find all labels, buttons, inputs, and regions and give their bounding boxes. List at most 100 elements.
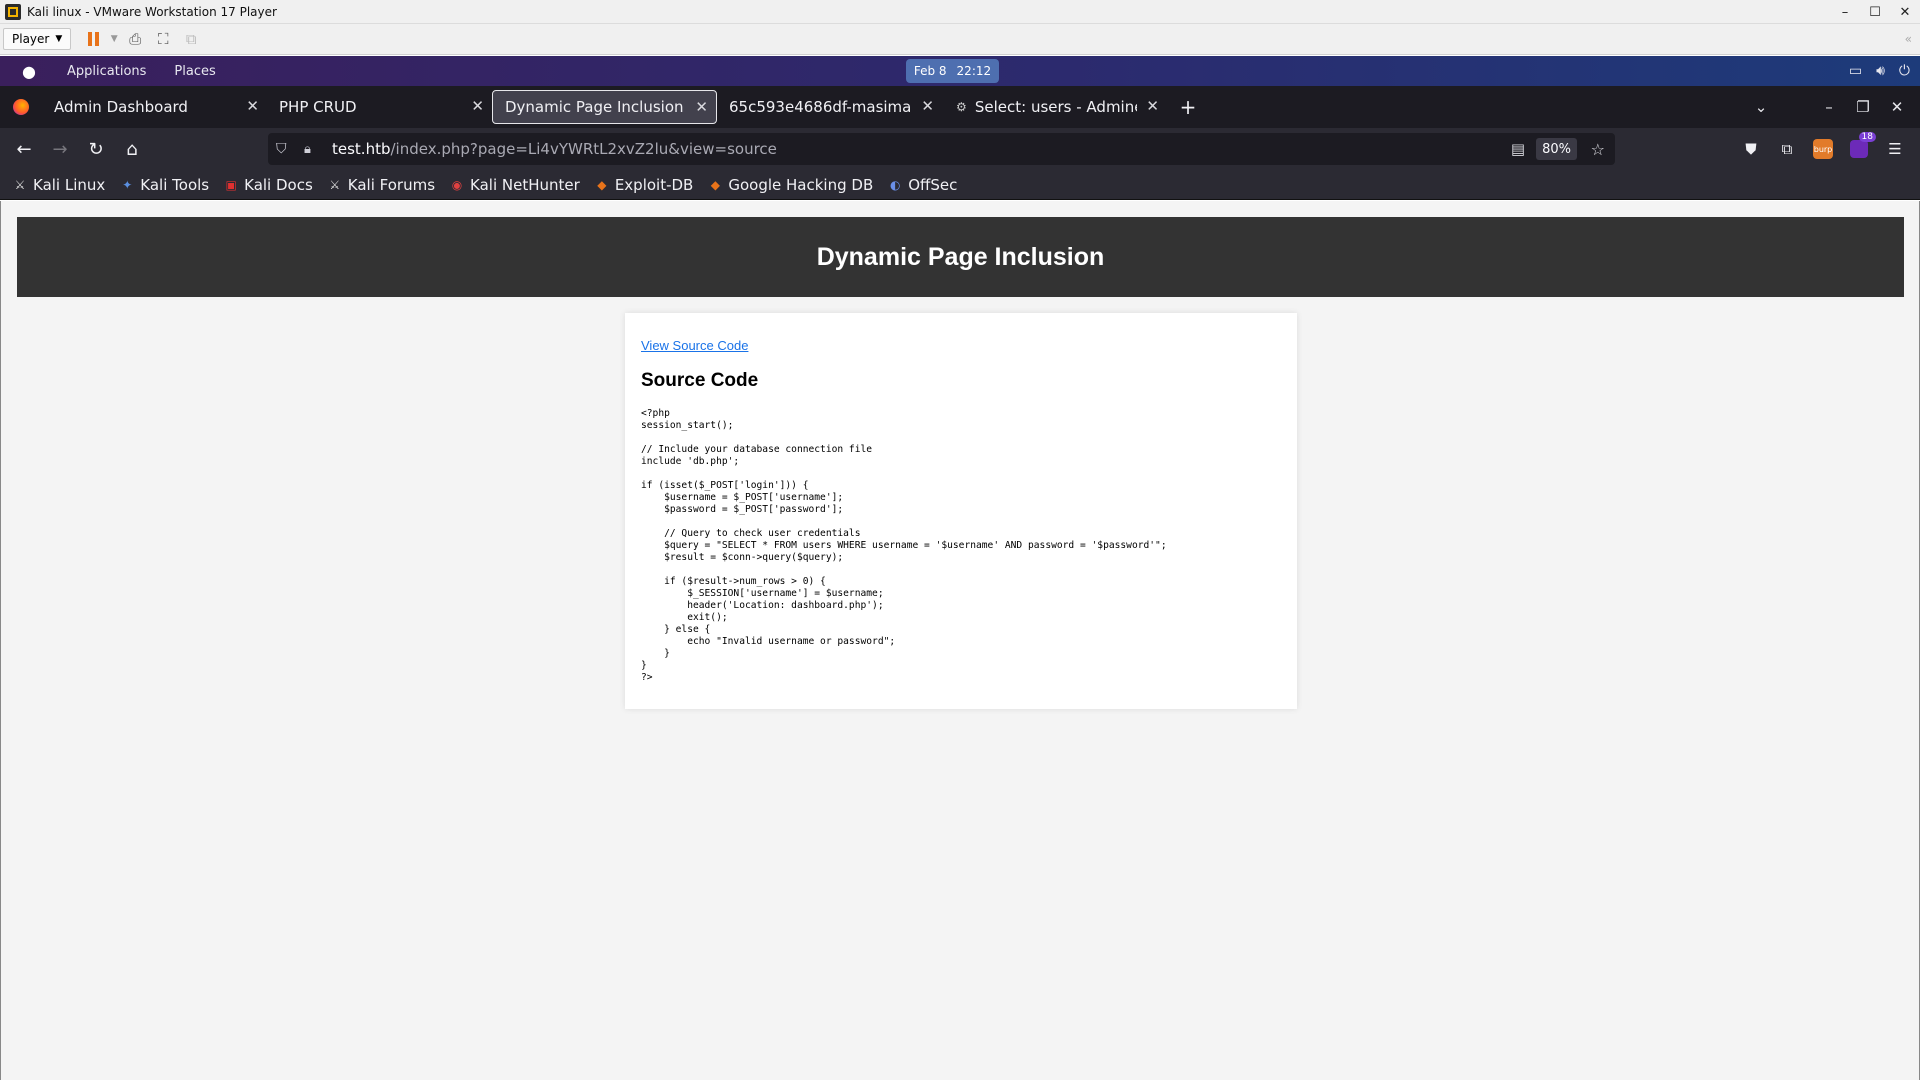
home-icon[interactable]: ⌂	[114, 133, 150, 165]
reload-icon[interactable]: ↻	[78, 133, 114, 165]
source-code-heading: Source Code	[641, 370, 759, 391]
tab-adminer[interactable]: ⚙ Select: users - Adminer ✕	[942, 90, 1167, 124]
tab-label: PHP CRUD	[279, 98, 357, 116]
clock-time: 22:12	[956, 64, 992, 78]
minimize-icon[interactable]: –	[1830, 0, 1860, 24]
view-source-link[interactable]: View Source Code	[641, 338, 748, 353]
exploitdb-icon: ◆	[597, 177, 607, 192]
content-card: View Source Code Source Code <?php sessi…	[625, 313, 1297, 709]
power-icon[interactable]: ⏻	[1899, 63, 1910, 79]
bookmark-label: Exploit-DB	[614, 175, 694, 194]
tab-php-crud[interactable]: PHP CRUD ✕	[267, 90, 492, 124]
bookmark-label: OffSec	[908, 175, 958, 194]
applications-menu[interactable]: Applications	[67, 64, 146, 79]
list-all-tabs-icon[interactable]: ⌄	[1746, 92, 1776, 122]
bookmark-star-icon[interactable]: ☆	[1591, 140, 1605, 159]
tab-image[interactable]: 65c593e4686df-masimage.j ✕	[717, 90, 942, 124]
page-title: Dynamic Page Inclusion	[816, 242, 1105, 271]
pause-button[interactable]	[79, 27, 107, 51]
kali-tools-icon: ✦	[122, 177, 133, 192]
apple-icon[interactable]: ●	[20, 62, 38, 81]
reader-view-icon[interactable]: ▤	[1511, 140, 1525, 158]
volume-icon[interactable]: 🔊︎	[1876, 63, 1885, 79]
page-viewport: Dynamic Page Inclusion View Source Code …	[0, 201, 1920, 1080]
bookmark-kali-docs[interactable]: ▣ Kali Docs	[223, 172, 319, 198]
adminer-icon: ⚙	[956, 100, 967, 114]
back-icon[interactable]: ←	[6, 133, 42, 165]
tab-label: 65c593e4686df-masimage.j	[729, 98, 912, 116]
lock-icon[interactable]: 🔒︎	[304, 142, 322, 157]
player-menu-label: Player	[12, 32, 50, 46]
bookmarks-bar: ⚔ Kali Linux ✦ Kali Tools ▣ Kali Docs ⚔ Kali…	[0, 170, 1920, 200]
ghdb-icon: ◆	[710, 177, 720, 192]
screen-icon[interactable]: ▭	[1849, 63, 1862, 79]
url-host: test.htb	[332, 140, 391, 158]
close-icon[interactable]: ✕	[1882, 92, 1912, 122]
bookmark-offsec[interactable]: ◐ OffSec	[887, 172, 963, 198]
tab-label: Admin Dashboard	[54, 98, 188, 116]
vmware-toolbar: Player ▼ ▼ ⎙ ⛶ ⧉ «	[0, 24, 1920, 55]
pocket-icon[interactable]: ⛊	[1736, 134, 1766, 164]
extension-badge-icon[interactable]: 18	[1844, 132, 1876, 164]
shield-icon[interactable]: ⛉	[276, 141, 296, 157]
offsec-icon: ◐	[889, 177, 901, 192]
close-icon[interactable]: ✕	[471, 97, 484, 115]
clock[interactable]: Feb 8 22:12	[906, 59, 999, 83]
page-header: Dynamic Page Inclusion	[17, 217, 1904, 297]
extensions-icon[interactable]: ⧉	[1772, 134, 1802, 164]
tab-strip-controls: ⌄ – ❐ ✕	[1742, 86, 1920, 128]
url-bar[interactable]: ⛉ 🔒︎ test.htb/index.php?page=Li4vYWRtL2x…	[268, 133, 1615, 165]
bookmark-kali-linux[interactable]: ⚔ Kali Linux	[12, 172, 111, 198]
new-tab-button[interactable]: +	[1173, 92, 1203, 122]
minimize-icon[interactable]: –	[1814, 92, 1844, 122]
chevron-down-icon: ▼	[55, 34, 63, 44]
source-code-block: <?php session_start(); // Include your d…	[641, 408, 1167, 683]
vmware-logo-icon	[5, 3, 21, 20]
fullscreen-icon[interactable]: ⛶	[149, 27, 177, 51]
places-menu[interactable]: Places	[174, 64, 215, 79]
bookmark-exploit-db[interactable]: ◆ Exploit-DB	[594, 172, 700, 198]
send-ctrl-alt-del-icon[interactable]: ⎙	[121, 27, 149, 51]
bookmark-label: Kali NetHunter	[470, 175, 580, 194]
collapse-icon[interactable]: «	[1905, 32, 1912, 46]
restore-icon[interactable]: ❐	[1848, 92, 1878, 122]
forward-icon[interactable]: →	[42, 133, 78, 165]
close-icon[interactable]: ✕	[246, 97, 259, 115]
close-icon[interactable]: ✕	[695, 98, 708, 116]
bookmark-label: Kali Tools	[140, 175, 210, 194]
maximize-icon[interactable]: ☐	[1860, 0, 1890, 24]
firefox-icon	[0, 86, 42, 128]
kali-dragon-icon: ⚔	[14, 177, 26, 192]
zoom-indicator[interactable]: 80%	[1536, 138, 1577, 160]
close-icon[interactable]: ✕	[1146, 97, 1159, 115]
clock-date: Feb 8	[913, 64, 947, 78]
bookmark-kali-nethunter[interactable]: ◉ Kali NetHunter	[449, 172, 586, 198]
bookmark-label: Kali Docs	[244, 175, 313, 194]
tab-dynamic-page-inclusion[interactable]: Dynamic Page Inclusion ✕	[492, 90, 717, 124]
kali-forums-icon: ⚔	[329, 177, 341, 192]
vmware-title-bar: Kali linux - VMware Workstation 17 Playe…	[0, 0, 1920, 24]
player-menu-button[interactable]: Player ▼	[3, 28, 72, 50]
close-icon[interactable]: ✕	[1890, 0, 1920, 24]
bookmark-label: Kali Forums	[347, 175, 436, 194]
burp-icon[interactable]: burp	[1808, 134, 1838, 164]
nethunter-icon: ◉	[451, 177, 463, 192]
bookmark-label: Kali Linux	[33, 175, 106, 194]
url-path: /index.php?page=Li4vYWRtL2xvZ2lu&view=so…	[390, 140, 777, 158]
browser-tab-strip: Admin Dashboard ✕ PHP CRUD ✕ Dynamic Pag…	[0, 86, 1920, 128]
pause-dropdown-icon[interactable]: ▼	[107, 27, 121, 51]
window-title: Kali linux - VMware Workstation 17 Playe…	[27, 4, 277, 19]
tab-admin-dashboard[interactable]: Admin Dashboard ✕	[42, 90, 267, 124]
close-icon[interactable]: ✕	[921, 97, 934, 115]
window-controls: – ☐ ✕	[1830, 0, 1920, 24]
system-tray: ▭ 🔊︎ ⏻	[1849, 63, 1910, 79]
tab-label: Select: users - Adminer	[974, 98, 1137, 116]
bookmark-kali-tools[interactable]: ✦ Kali Tools	[119, 172, 215, 198]
tab-label: Dynamic Page Inclusion	[505, 98, 684, 116]
bookmark-kali-forums[interactable]: ⚔ Kali Forums	[327, 172, 441, 198]
extension-badge-count: 18	[1858, 132, 1876, 142]
unity-icon: ⧉	[185, 30, 197, 48]
pause-icon	[87, 32, 99, 46]
bookmark-google-hacking-db[interactable]: ◆ Google Hacking DB	[707, 172, 879, 198]
hamburger-menu-icon[interactable]: ☰	[1880, 134, 1910, 164]
